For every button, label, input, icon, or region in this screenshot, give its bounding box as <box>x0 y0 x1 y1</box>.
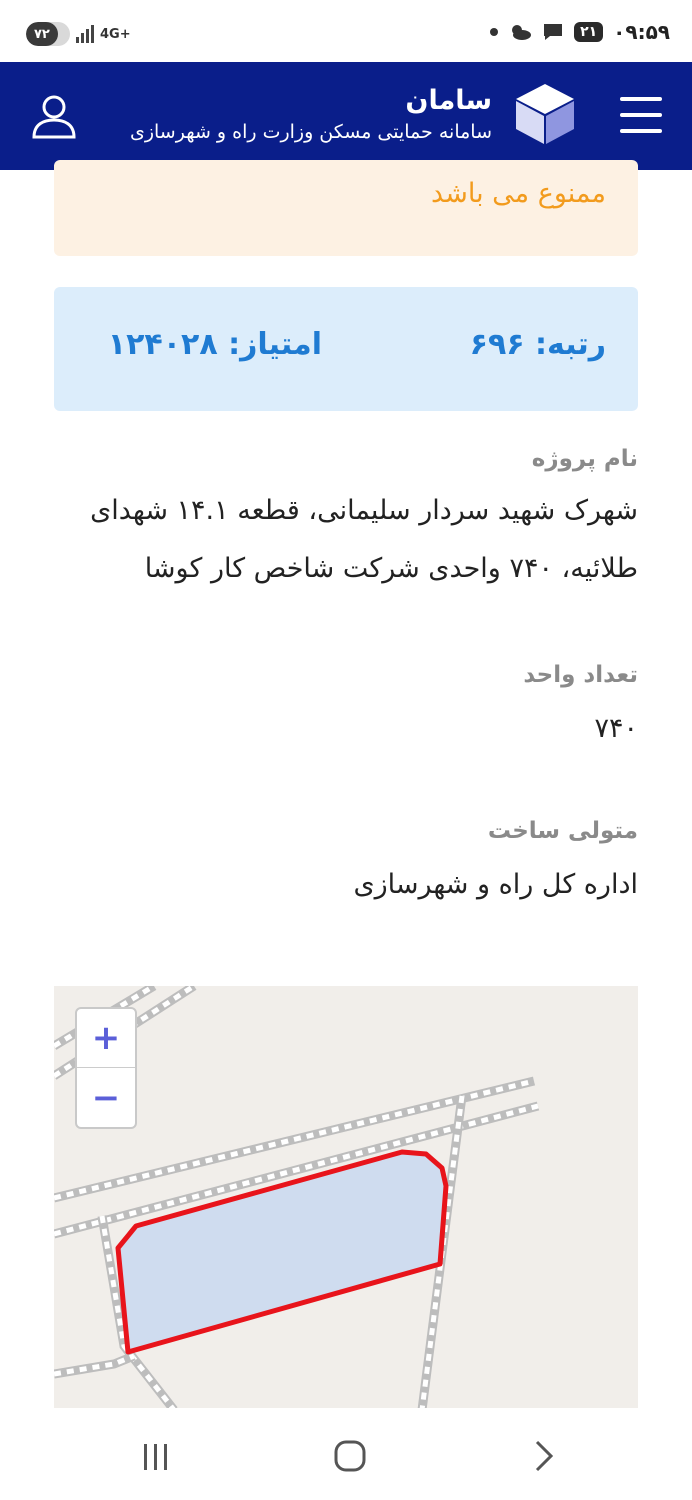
map[interactable]: + − <box>54 986 638 1410</box>
status-right: ۲۱ ۰۹:۵۹ <box>490 20 670 44</box>
units-value: ۷۴۰ <box>594 713 638 744</box>
ranking-box: رتبه: ۶۹۶ امتیاز: ۱۲۴۰۲۸ <box>54 287 638 411</box>
weather-icon <box>512 25 532 40</box>
status-left: ۷۲ 4G+ <box>26 22 131 46</box>
recent-apps-icon[interactable] <box>136 1436 176 1476</box>
back-icon[interactable] <box>522 1436 562 1476</box>
battery-icon: ۷۲ <box>26 22 70 46</box>
project-name-field: نام پروژه شهرک شهید سردار سلیمانی، قطعه … <box>54 446 638 598</box>
zoom-in-button[interactable]: + <box>77 1009 135 1068</box>
signal-icon <box>76 25 94 43</box>
developer-field: متولی ساخت اداره کل راه و شهرسازی <box>54 818 638 914</box>
user-icon[interactable] <box>30 92 78 140</box>
brand: سامان سامانه حمایتی مسکن وزارت راه و شهر… <box>130 84 492 146</box>
app-header: سامان سامانه حمایتی مسکن وزارت راه و شهر… <box>0 62 692 170</box>
notification-dot-icon <box>490 28 499 36</box>
app-subtitle: سامانه حمایتی مسکن وزارت راه و شهرسازی <box>129 121 492 143</box>
clock: ۰۹:۵۹ <box>613 20 670 44</box>
units-field: تعداد واحد ۷۴۰ <box>54 662 638 758</box>
developer-value: اداره کل راه و شهرسازی <box>353 869 638 900</box>
menu-icon[interactable] <box>620 97 662 133</box>
project-name-line-1: شهرک شهید سردار سلیمانی، قطعه ۱۴.۱ شهدای <box>90 495 638 526</box>
app-name: سامان <box>405 85 492 116</box>
notification-badge: ۲۱ <box>574 22 604 42</box>
battery-level: ۷۲ <box>34 26 50 42</box>
map-canvas[interactable] <box>54 986 638 1410</box>
alert-box: ممنوع می باشد <box>54 160 638 256</box>
project-name-line-2: طلائیه، ۷۴۰ واحدی شرکت شاخص کار کوشا <box>144 553 638 584</box>
project-parcel[interactable] <box>115 1149 449 1355</box>
zoom-out-button[interactable]: − <box>77 1068 135 1127</box>
home-icon[interactable] <box>330 1436 370 1476</box>
developer-label: متولی ساخت <box>487 818 638 844</box>
project-name-label: نام پروژه <box>531 446 638 472</box>
rank-value: رتبه: ۶۹۶ <box>469 327 606 362</box>
zoom-control: + − <box>75 1007 137 1129</box>
alert-text: ممنوع می باشد <box>431 178 606 209</box>
system-nav-bar <box>0 1408 692 1500</box>
score-value: امتیاز: ۱۲۴۰۲۸ <box>107 327 322 362</box>
cube-logo-icon <box>516 84 574 144</box>
network-type: 4G+ <box>100 26 131 42</box>
status-bar: ۷۲ 4G+ ۲۱ ۰۹:۵۹ <box>0 0 692 62</box>
units-label: تعداد واحد <box>523 662 638 688</box>
message-icon <box>544 24 563 40</box>
